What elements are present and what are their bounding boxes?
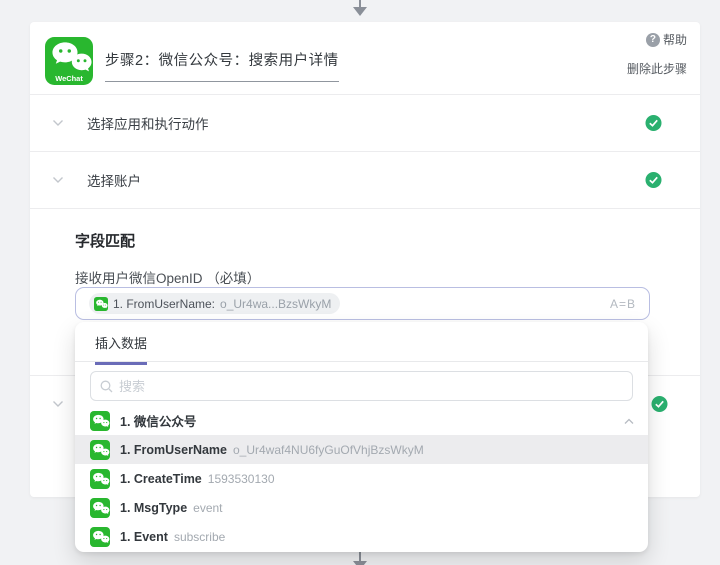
- openid-field-label: 接收用户微信OpenID （必填）: [75, 271, 261, 286]
- help-button[interactable]: ? 帮助: [645, 31, 687, 48]
- data-item-row-createtime[interactable]: 1. CreateTime 1593530130: [75, 464, 648, 493]
- dropdown-tabbar: 插入数据: [75, 322, 648, 365]
- tag-field-name: 1. FromUserName:: [113, 296, 216, 311]
- data-item-row-event[interactable]: 1. Event subscribe: [75, 522, 648, 551]
- data-item-name: 1. Event: [120, 529, 168, 544]
- data-item-name: 1. MsgType: [120, 500, 188, 515]
- flow-arrow-top: [353, 0, 367, 16]
- section-label: 选择应用和执行动作: [87, 117, 209, 132]
- wechat-mini-icon: [90, 526, 110, 547]
- data-list: 1. 微信公众号 1. FromUserName o_Ur4waf4NU6fyG…: [75, 406, 648, 551]
- data-item-value: subscribe: [173, 529, 226, 544]
- wechat-mini-icon: [90, 410, 110, 431]
- section-label: 选择账户: [87, 174, 141, 189]
- data-group-row[interactable]: 1. 微信公众号: [75, 406, 648, 435]
- section-account[interactable]: 选择账户: [30, 152, 700, 209]
- flow-arrow-bottom: [353, 552, 367, 565]
- delete-step-button[interactable]: 删除此步骤: [627, 60, 687, 77]
- tab-insert-data[interactable]: 插入数据: [95, 333, 148, 365]
- data-item-name: 1. FromUserName: [120, 442, 227, 457]
- success-check-icon: [645, 172, 662, 189]
- success-check-icon: [651, 396, 668, 413]
- data-item-value: 1593530130: [207, 471, 275, 486]
- chevron-down-icon: [52, 176, 64, 184]
- chevron-up-icon[interactable]: [624, 412, 634, 430]
- tag-field-value: o_Ur4wa...BzsWkyM: [220, 296, 332, 311]
- svg-text:WeChat: WeChat: [55, 74, 83, 83]
- field-match-title: 字段匹配: [75, 233, 136, 250]
- chevron-down-icon: [52, 119, 64, 127]
- help-label: 帮助: [662, 33, 687, 47]
- wechat-app-icon: WeChat: [45, 37, 93, 85]
- step-header: WeChat 步骤2：微信公众号：搜索用户详情 ? 帮助 删除此步骤: [30, 22, 700, 95]
- search-icon: [100, 380, 113, 392]
- data-item-value: o_Ur4waf4NU6fyGuOfVhjBzsWkyM: [233, 442, 424, 457]
- success-check-icon: [645, 115, 662, 132]
- data-search-box[interactable]: [90, 371, 633, 401]
- openid-input[interactable]: 1. FromUserName: o_Ur4wa...BzsWkyM A=B: [75, 287, 650, 320]
- formula-mode-toggle[interactable]: A=B: [610, 297, 636, 311]
- data-group-label: 1. 微信公众号: [120, 415, 197, 429]
- section-app-action[interactable]: 选择应用和执行动作: [30, 95, 700, 152]
- insert-data-dropdown: 插入数据 1. 微信公众号 1. FromUserName o_Ur4waf4N…: [75, 322, 648, 552]
- data-item-name: 1. CreateTime: [120, 471, 202, 486]
- question-icon: ?: [645, 32, 660, 47]
- wechat-mini-icon: [90, 497, 110, 518]
- data-search-input[interactable]: [119, 378, 623, 394]
- chevron-down-icon: [52, 400, 64, 408]
- wechat-mini-icon: [90, 468, 110, 489]
- data-item-row-fromusername[interactable]: 1. FromUserName o_Ur4waf4NU6fyGuOfVhjBzs…: [75, 435, 648, 464]
- data-item-row-msgtype[interactable]: 1. MsgType event: [75, 493, 648, 522]
- wechat-mini-icon: [90, 439, 110, 460]
- mapped-field-tag[interactable]: 1. FromUserName: o_Ur4wa...BzsWkyM: [89, 293, 341, 314]
- data-item-value: event: [193, 500, 223, 515]
- step-title[interactable]: 步骤2：微信公众号：搜索用户详情: [105, 49, 339, 82]
- wechat-mini-icon: [94, 296, 108, 311]
